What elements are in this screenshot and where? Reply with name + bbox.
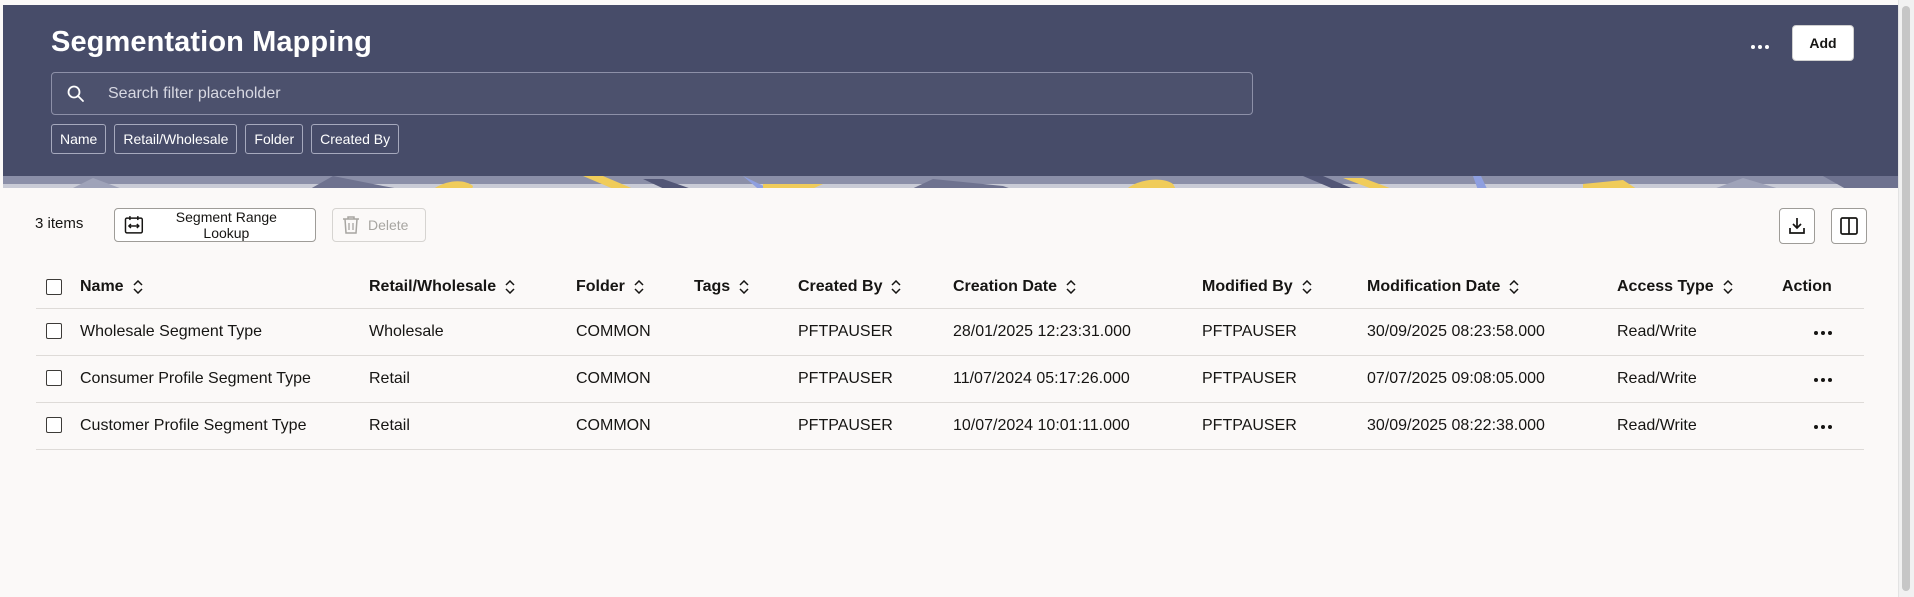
item-count: 3 items	[35, 215, 84, 232]
row-actions-icon[interactable]	[1806, 372, 1840, 388]
add-button[interactable]: Add	[1792, 25, 1854, 61]
app-frame: Segmentation Mapping Add Name Retail/Who…	[0, 0, 1898, 597]
download-icon	[1789, 218, 1805, 234]
cell-retail-wholesale: Retail	[369, 355, 576, 403]
filter-chip-created-by[interactable]: Created By	[311, 124, 400, 154]
column-header-modified-by[interactable]: Modified By	[1202, 278, 1313, 296]
segment-range-lookup-button[interactable]: Segment Range Lookup	[114, 208, 316, 242]
cell-creation-date: 10/07/2024 10:01:11.000	[953, 402, 1202, 450]
cell-access-type: Read/Write	[1617, 355, 1782, 403]
sort-icon	[739, 280, 749, 295]
cell-modified-by: PFTPAUSER	[1202, 402, 1367, 450]
cell-modified-by: PFTPAUSER	[1202, 355, 1367, 403]
row-actions-icon[interactable]	[1806, 419, 1840, 435]
row-actions-icon[interactable]	[1806, 325, 1840, 341]
cell-retail-wholesale: Retail	[369, 402, 576, 450]
sort-icon	[1509, 280, 1519, 295]
column-header-folder[interactable]: Folder	[576, 278, 645, 296]
filter-chips: Name Retail/Wholesale Folder Created By	[51, 124, 400, 154]
search-icon	[67, 85, 84, 102]
column-header-tags[interactable]: Tags	[694, 278, 750, 296]
cell-creation-date: 28/01/2025 12:23:31.000	[953, 308, 1202, 356]
cell-retail-wholesale: Wholesale	[369, 308, 576, 356]
columns-icon	[1840, 217, 1858, 235]
more-options-button[interactable]	[1742, 33, 1778, 61]
sort-icon	[505, 280, 515, 295]
cell-folder: COMMON	[576, 402, 694, 450]
column-header-created-by[interactable]: Created By	[798, 278, 902, 296]
select-all-checkbox[interactable]	[46, 279, 62, 296]
column-header-modification-date[interactable]: Modification Date	[1367, 278, 1520, 296]
cell-modification-date: 07/07/2025 09:08:05.000	[1367, 355, 1617, 403]
cell-created-by: PFTPAUSER	[798, 308, 953, 356]
segmentation-table: Name Retail/Wholesale Folder Tags Create…	[36, 267, 1864, 450]
cell-created-by: PFTPAUSER	[798, 355, 953, 403]
trash-icon	[343, 216, 359, 234]
sort-icon	[634, 280, 644, 295]
cell-created-by: PFTPAUSER	[798, 402, 953, 450]
cell-name: Customer Profile Segment Type	[80, 402, 369, 450]
page-title: Segmentation Mapping	[51, 26, 372, 58]
cell-folder: COMMON	[576, 308, 694, 356]
column-header-action: Action	[1782, 267, 1864, 309]
segment-range-lookup-label: Segment Range Lookup	[175, 209, 277, 241]
cell-creation-date: 11/07/2024 05:17:26.000	[953, 355, 1202, 403]
row-checkbox[interactable]	[46, 370, 62, 387]
sort-icon	[891, 280, 902, 295]
filter-chip-folder[interactable]: Folder	[245, 124, 304, 154]
row-checkbox[interactable]	[46, 323, 62, 340]
search-filter	[51, 72, 1253, 115]
column-header-creation-date[interactable]: Creation Date	[953, 278, 1077, 296]
delete-button[interactable]: Delete	[332, 208, 426, 242]
column-header-access-type[interactable]: Access Type	[1617, 278, 1734, 296]
delete-label: Delete	[368, 217, 409, 233]
row-checkbox[interactable]	[46, 417, 62, 434]
sort-icon	[133, 280, 143, 295]
table-header-row: Name Retail/Wholesale Folder Tags Create…	[36, 267, 1864, 309]
sort-icon	[1066, 280, 1076, 295]
cell-tags	[694, 355, 798, 403]
sort-icon	[1723, 280, 1733, 295]
scrollbar-thumb[interactable]	[1902, 6, 1910, 591]
cell-name: Wholesale Segment Type	[80, 308, 369, 356]
columns-button[interactable]	[1831, 208, 1867, 244]
table-row[interactable]: Customer Profile Segment Type Retail COM…	[36, 402, 1864, 450]
calendar-range-icon	[124, 216, 144, 234]
table-row[interactable]: Consumer Profile Segment Type Retail COM…	[36, 355, 1864, 403]
cell-tags	[694, 308, 798, 356]
page-header: Segmentation Mapping Add Name Retail/Who…	[3, 5, 1898, 188]
column-header-name[interactable]: Name	[80, 278, 144, 296]
cell-folder: COMMON	[576, 355, 694, 403]
cell-tags	[694, 402, 798, 450]
sort-icon	[1302, 280, 1312, 295]
cell-modification-date: 30/09/2025 08:22:38.000	[1367, 402, 1617, 450]
cell-name: Consumer Profile Segment Type	[80, 355, 369, 403]
download-button[interactable]	[1779, 208, 1815, 244]
cell-modification-date: 30/09/2025 08:23:58.000	[1367, 308, 1617, 356]
filter-chip-retail-wholesale[interactable]: Retail/Wholesale	[114, 124, 238, 154]
table-row[interactable]: Wholesale Segment Type Wholesale COMMON …	[36, 308, 1864, 356]
cell-access-type: Read/Write	[1617, 308, 1782, 356]
cell-access-type: Read/Write	[1617, 402, 1782, 450]
more-horizontal-icon	[1751, 45, 1769, 49]
header-decorative-pattern	[3, 176, 1898, 188]
cell-modified-by: PFTPAUSER	[1202, 308, 1367, 356]
search-input[interactable]	[108, 73, 1238, 114]
filter-chip-name[interactable]: Name	[51, 124, 107, 154]
column-header-retail-wholesale[interactable]: Retail/Wholesale	[369, 278, 516, 296]
